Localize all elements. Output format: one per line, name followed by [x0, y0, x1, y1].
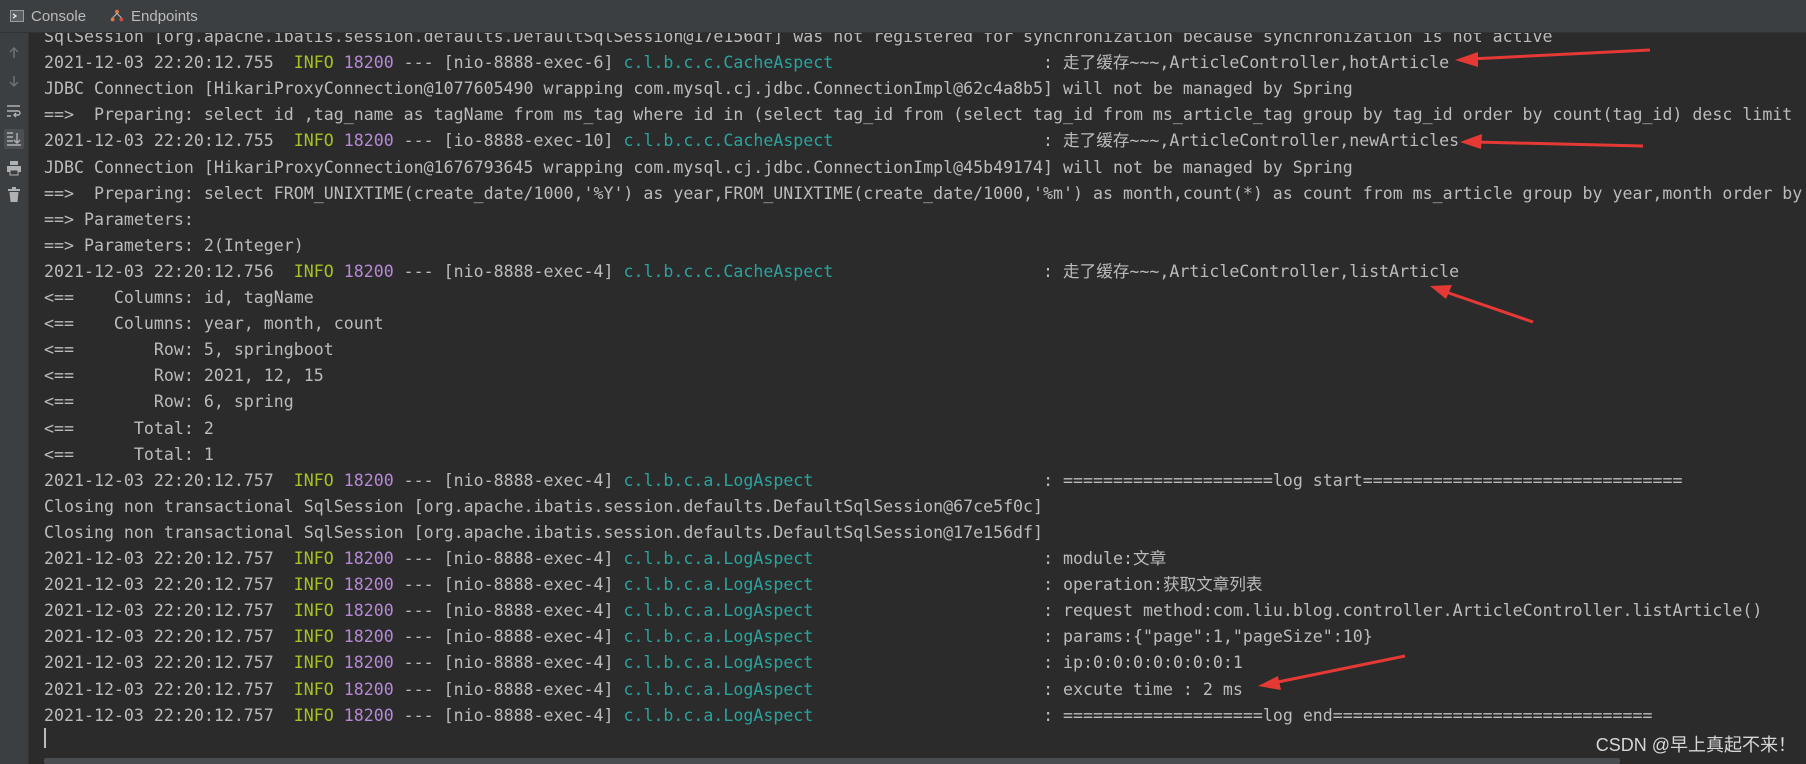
log-line: <== Columns: id, tagName	[44, 288, 314, 307]
horizontal-scrollbar[interactable]	[44, 758, 1620, 764]
watermark: CSDN @早上真起不来！	[1595, 735, 1796, 755]
scroll-to-end-icon[interactable]	[4, 129, 24, 149]
console-output[interactable]: SqlSession [org.apache.ibatis.session.de…	[44, 33, 1806, 753]
print-icon[interactable]	[4, 158, 24, 178]
log-line: JDBC Connection [HikariProxyConnection@1…	[44, 157, 1353, 177]
log-line: <== Row: 6, spring	[44, 392, 294, 412]
log-line: Closing non transactional SqlSession [or…	[44, 496, 1044, 516]
log-line: JDBC Connection [HikariProxyConnection@1…	[44, 79, 1353, 99]
log-line: <== Total: 2	[44, 418, 214, 438]
log-line: <== Total: 1	[44, 444, 214, 464]
endpoints-icon	[110, 9, 124, 23]
console-icon	[10, 9, 24, 23]
console-toolbar	[0, 33, 29, 764]
log-line: ==> Preparing: select FROM_UNIXTIME(crea…	[44, 183, 1803, 203]
log-line: 2021-12-03 22:20:12.757 INFO 18200 --- […	[44, 601, 1763, 621]
soft-wrap-icon[interactable]	[4, 101, 24, 121]
log-line: <== Row: 2021, 12, 15	[44, 366, 324, 386]
log-line: <== Row: 5, springboot	[44, 340, 334, 360]
scroll-up-icon[interactable]	[4, 43, 24, 63]
log-line: 2021-12-03 22:20:12.757 INFO 18200 --- […	[44, 549, 1167, 568]
tab-endpoints-label: Endpoints	[131, 7, 198, 25]
log-line: 2021-12-03 22:20:12.755 INFO 18200 --- […	[44, 53, 1450, 73]
clear-all-icon[interactable]	[4, 185, 24, 205]
log-line: 2021-12-03 22:20:12.757 INFO 18200 --- […	[44, 679, 1243, 699]
log-line: SqlSession [org.apache.ibatis.session.de…	[44, 33, 1553, 46]
log-line: 2021-12-03 22:20:12.757 INFO 18200 --- […	[44, 470, 1683, 490]
scroll-down-icon[interactable]	[4, 71, 24, 91]
tab-endpoints[interactable]: Endpoints	[110, 0, 198, 32]
tab-console[interactable]: Console	[10, 0, 86, 32]
log-line: ==> Parameters: 2(Integer)	[44, 235, 304, 255]
log-line: 2021-12-03 22:20:12.757 INFO 18200 --- […	[44, 627, 1373, 647]
tab-console-label: Console	[31, 7, 87, 25]
tool-window-tabbar: Console Endpoints	[0, 0, 1806, 33]
log-line: Closing non transactional SqlSession [or…	[44, 522, 1044, 542]
log-line: ==> Parameters:	[44, 209, 204, 229]
log-line: 2021-12-03 22:20:12.757 INFO 18200 --- […	[44, 705, 1653, 725]
log-line: ==> Preparing: select id ,tag_name as ta…	[44, 105, 1793, 125]
text-cursor	[44, 728, 46, 748]
log-line: 2021-12-03 22:20:12.755 INFO 18200 --- […	[44, 131, 1460, 151]
log-line: 2021-12-03 22:20:12.757 INFO 18200 --- […	[44, 575, 1263, 595]
log-line: 2021-12-03 22:20:12.757 INFO 18200 --- […	[44, 653, 1243, 673]
log-line: <== Columns: year, month, count	[44, 314, 384, 334]
log-line: 2021-12-03 22:20:12.756 INFO 18200 --- […	[44, 261, 1460, 281]
